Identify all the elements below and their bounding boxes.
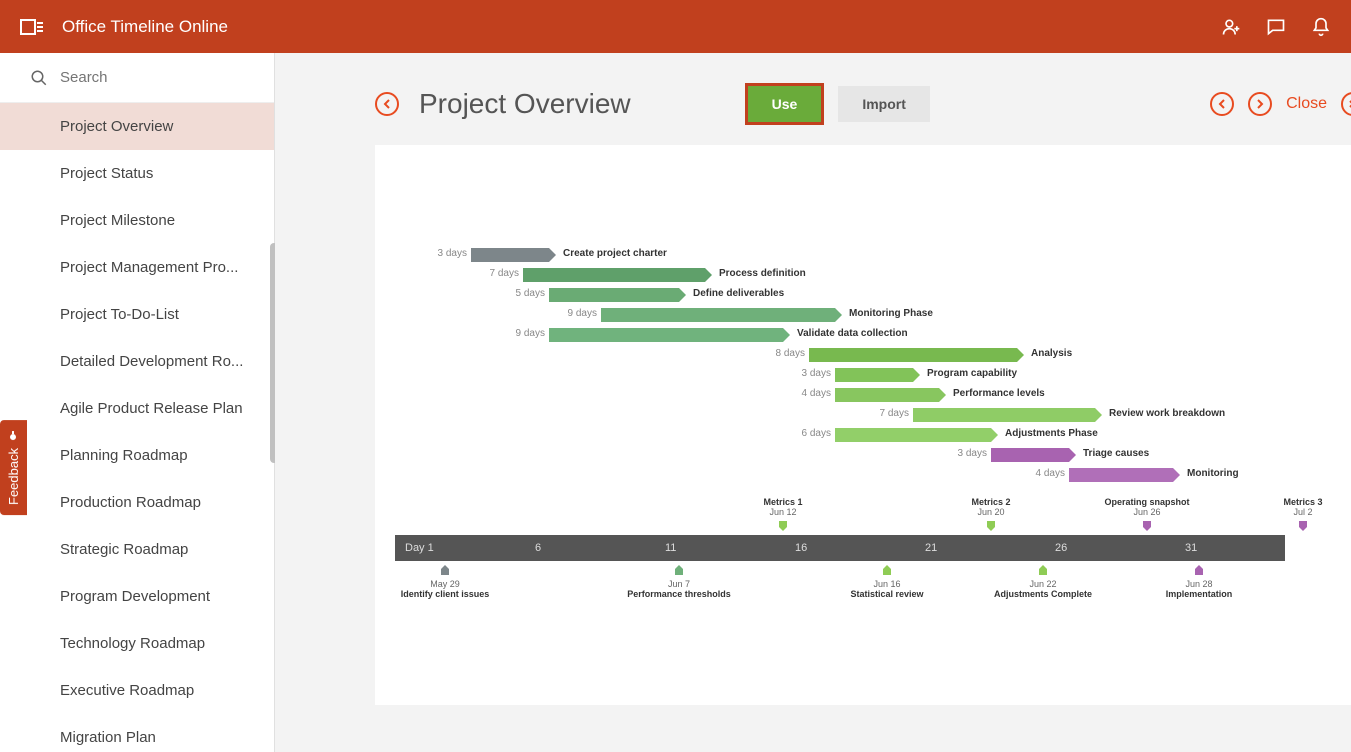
task-bar [601, 308, 835, 322]
task-duration: 3 days [787, 368, 831, 379]
sidebar-item[interactable]: Project Status [0, 150, 274, 197]
comment-icon[interactable] [1266, 17, 1286, 37]
task-duration: 4 days [1021, 468, 1065, 479]
milestone-top: Operating snapshotJun 26 [1102, 497, 1192, 535]
close-button[interactable] [1341, 92, 1351, 116]
timeline-tick: Day 1 [405, 542, 434, 554]
task-duration: 9 days [501, 328, 545, 339]
task-label: Create project charter [563, 248, 667, 259]
timeline-tick: 26 [1055, 542, 1067, 554]
search-row [0, 53, 274, 103]
task-label: Program capability [927, 368, 1017, 379]
task-label: Process definition [719, 268, 806, 279]
task-label: Validate data collection [797, 328, 908, 339]
app-title: Office Timeline Online [62, 17, 1221, 37]
sidebar-item[interactable]: Program Development [0, 573, 274, 620]
back-button[interactable] [375, 92, 399, 116]
task-bar [471, 248, 549, 262]
sidebar-item[interactable]: Production Roadmap [0, 479, 274, 526]
search-icon [30, 69, 48, 87]
prev-button[interactable] [1210, 92, 1234, 116]
timeline-tick: 11 [665, 542, 676, 554]
sidebar-item[interactable]: Project To-Do-List [0, 291, 274, 338]
timeline-tick: 31 [1185, 542, 1197, 554]
use-button[interactable]: Use [745, 83, 825, 125]
task-label: Triage causes [1083, 448, 1149, 459]
task-label: Monitoring [1187, 468, 1239, 479]
task-bar [913, 408, 1095, 422]
task-bar [835, 388, 939, 402]
chevron-left-icon [1217, 99, 1227, 109]
milestone-bottom: May 29Identify client issues [385, 563, 505, 599]
app-header: Office Timeline Online [0, 0, 1351, 53]
bell-icon[interactable] [1311, 17, 1331, 37]
task-label: Define deliverables [693, 288, 784, 299]
gantt-chart: 3 days Create project charter 7 days Proces… [425, 245, 1315, 485]
timeline-canvas: 3 days Create project charter 7 days Proces… [375, 145, 1351, 705]
sidebar-list: Project OverviewProject StatusProject Mi… [0, 103, 274, 751]
milestone-top: Metrics 2Jun 20 [946, 497, 1036, 535]
task-bar [523, 268, 705, 282]
task-bar [809, 348, 1017, 362]
task-bar [835, 368, 913, 382]
feedback-label: Feedback [6, 448, 21, 505]
page-title: Project Overview [419, 88, 631, 120]
sidebar-item[interactable]: Strategic Roadmap [0, 526, 274, 573]
task-bar [1069, 468, 1173, 482]
task-bar [991, 448, 1069, 462]
timeline-tick: 16 [795, 542, 807, 554]
task-duration: 6 days [787, 428, 831, 439]
main-area: Project Overview Use Import Close 3 days… [275, 53, 1351, 752]
milestone-bottom: Jun 28Implementation [1139, 563, 1259, 599]
timeline-tick: 21 [925, 542, 937, 554]
task-duration: 9 days [553, 308, 597, 319]
close-label[interactable]: Close [1286, 95, 1327, 113]
task-bar [835, 428, 991, 442]
task-duration: 5 days [501, 288, 545, 299]
task-duration: 7 days [865, 408, 909, 419]
milestone-bottom: Jun 16Statistical review [827, 563, 947, 599]
sidebar-item[interactable]: Detailed Development Ro... [0, 338, 274, 385]
lightbulb-icon [8, 430, 20, 442]
task-bar [549, 288, 679, 302]
sidebar-item[interactable]: Project Overview [0, 103, 274, 150]
task-duration: 3 days [943, 448, 987, 459]
feedback-tab[interactable]: Feedback [0, 420, 27, 515]
sidebar: Project OverviewProject StatusProject Mi… [0, 53, 275, 752]
toolbar-right: Close [1210, 92, 1351, 116]
sidebar-item[interactable]: Executive Roadmap [0, 667, 274, 714]
task-duration: 4 days [787, 388, 831, 399]
sidebar-item[interactable]: Project Milestone [0, 197, 274, 244]
task-duration: 7 days [475, 268, 519, 279]
header-icons [1221, 17, 1331, 37]
sidebar-item[interactable]: Technology Roadmap [0, 620, 274, 667]
task-duration: 3 days [423, 248, 467, 259]
toolbar: Project Overview Use Import Close [375, 83, 1351, 125]
task-label: Analysis [1031, 348, 1072, 359]
search-input[interactable] [60, 69, 259, 86]
next-button[interactable] [1248, 92, 1272, 116]
sidebar-item[interactable]: Project Management Pro... [0, 244, 274, 291]
sidebar-item[interactable]: Planning Roadmap [0, 432, 274, 479]
sidebar-item[interactable]: Agile Product Release Plan [0, 385, 274, 432]
user-add-icon[interactable] [1221, 17, 1241, 37]
task-bar [549, 328, 783, 342]
milestone-top: Metrics 1Jun 12 [738, 497, 828, 535]
arrow-left-icon [381, 98, 393, 110]
chevron-right-icon [1255, 99, 1265, 109]
task-duration: 8 days [761, 348, 805, 359]
timeline-band: Day 1 6 11 16 21 26 31 [395, 535, 1285, 561]
timeline-tick: 6 [535, 542, 541, 554]
milestone-bottom: Jun 22Adjustments Complete [983, 563, 1103, 599]
sidebar-item[interactable]: Migration Plan [0, 714, 274, 751]
milestone-bottom: Jun 7Performance thresholds [619, 563, 739, 599]
task-label: Adjustments Phase [1005, 428, 1098, 439]
task-label: Monitoring Phase [849, 308, 933, 319]
import-button[interactable]: Import [838, 86, 930, 122]
milestone-top: Metrics 3Jul 2 [1258, 497, 1348, 535]
task-label: Performance levels [953, 388, 1045, 399]
task-label: Review work breakdown [1109, 408, 1225, 419]
logo-icon [20, 17, 44, 37]
